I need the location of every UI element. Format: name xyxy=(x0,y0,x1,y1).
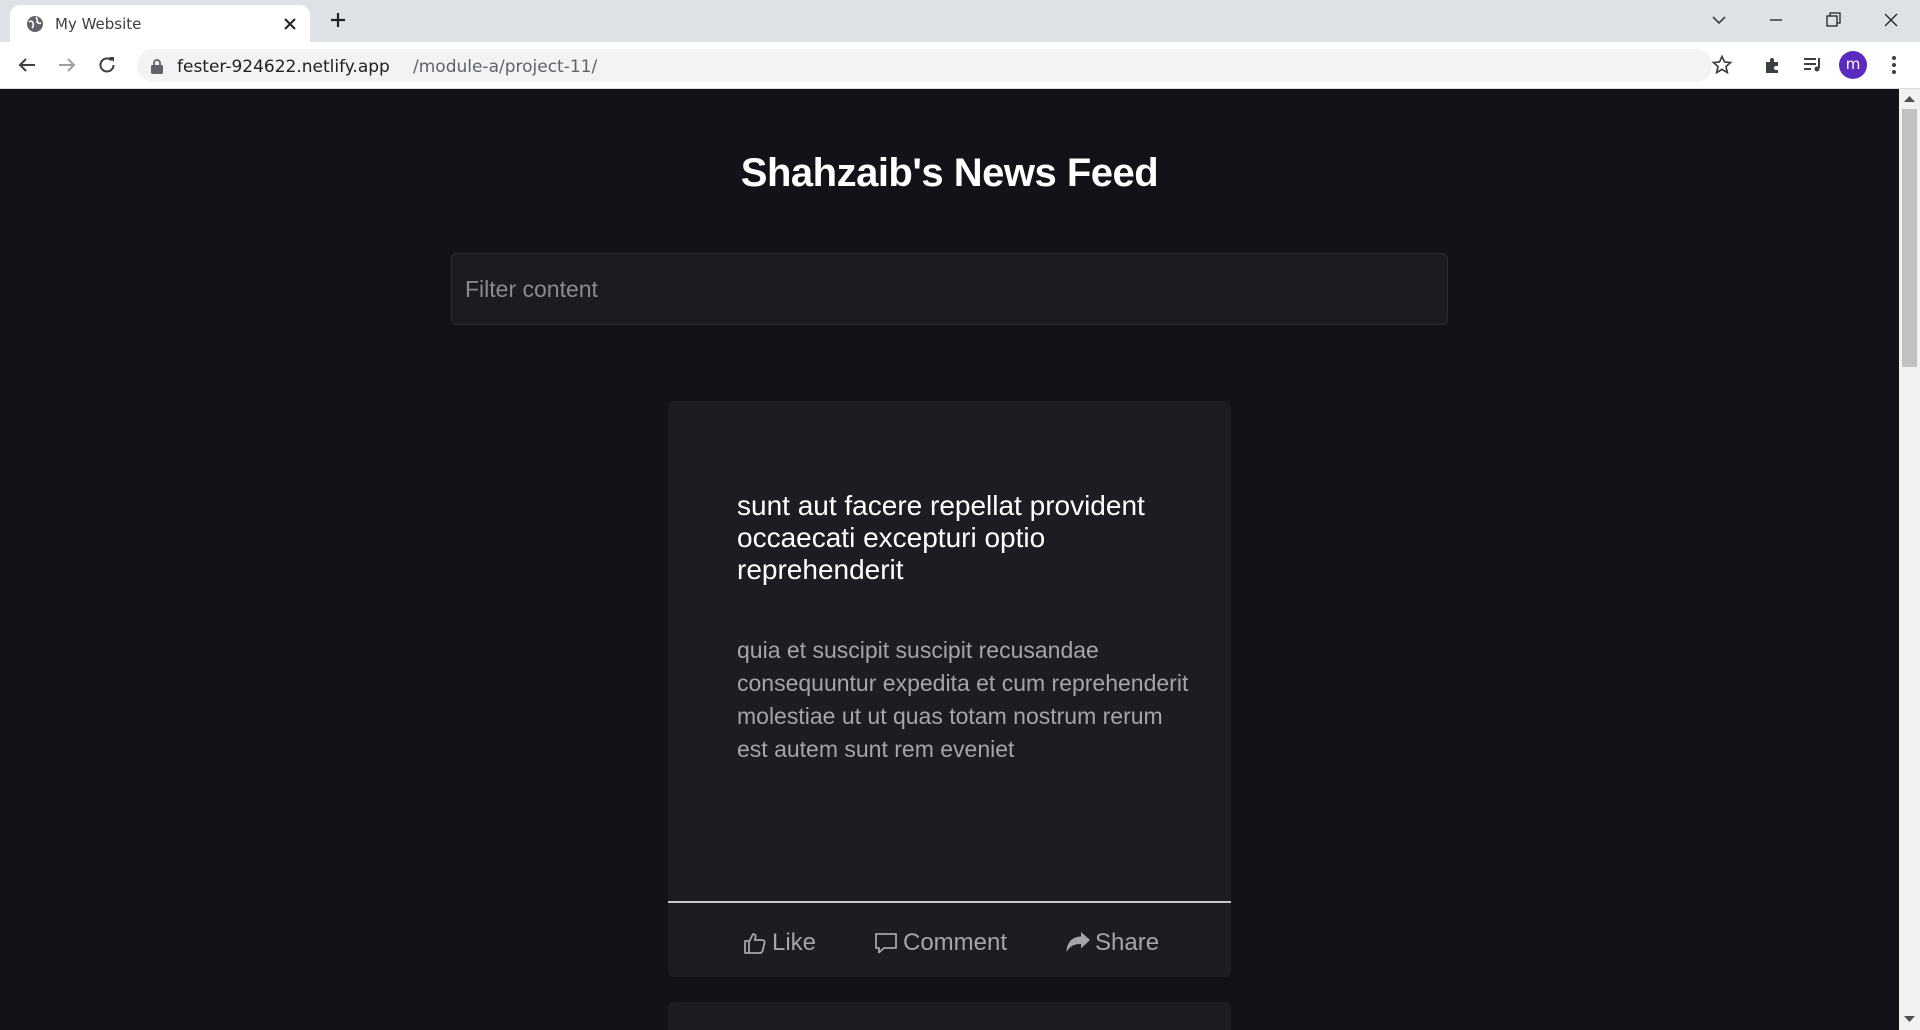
post-body: quia et suscipit suscipit recusandae con… xyxy=(737,637,1189,762)
page-title: Shahzaib's News Feed xyxy=(740,151,1159,195)
tab-strip: My Website xyxy=(0,0,1920,42)
like-button[interactable]: Like xyxy=(742,928,816,958)
comment-icon xyxy=(875,933,897,954)
url-path: /module-a/project-11/ xyxy=(413,57,598,77)
lock-icon xyxy=(151,59,163,74)
reload-icon[interactable] xyxy=(95,53,119,77)
scrollbar-thumb[interactable] xyxy=(1902,109,1917,367)
post-card-partial xyxy=(668,1002,1231,1030)
bookmark-star-icon[interactable] xyxy=(1710,53,1734,77)
tab-title: My Website xyxy=(55,15,142,33)
thumbs-up-icon xyxy=(744,933,766,954)
comment-button[interactable]: Comment xyxy=(873,928,1007,958)
share-icon xyxy=(1066,932,1090,952)
browser-tab[interactable]: My Website xyxy=(10,5,310,42)
restore-icon[interactable] xyxy=(1821,8,1845,32)
forward-arrow-icon[interactable] xyxy=(55,53,79,77)
tab-search-chevron-icon[interactable] xyxy=(1707,8,1731,32)
close-icon[interactable] xyxy=(282,16,298,32)
profile-avatar[interactable]: m xyxy=(1839,51,1867,79)
vertical-scrollbar[interactable] xyxy=(1899,89,1920,1030)
card-divider xyxy=(668,901,1231,903)
share-button[interactable]: Share xyxy=(1065,928,1159,958)
browser-toolbar: fester-924622.netlify.app /module-a/proj… xyxy=(0,42,1920,89)
scroll-down-arrow-icon[interactable] xyxy=(1904,1015,1915,1023)
page-viewport: Shahzaib's News Feed sunt aut facere rep… xyxy=(0,89,1899,1030)
address-bar[interactable]: fester-924622.netlify.app /module-a/proj… xyxy=(137,49,1712,82)
scroll-up-arrow-icon[interactable] xyxy=(1904,95,1915,103)
url-host: fester-924622.netlify.app xyxy=(177,57,390,77)
post-title: sunt aut facere repellat provident occae… xyxy=(737,490,1145,585)
like-label: Like xyxy=(772,929,817,956)
more-menu-icon[interactable] xyxy=(1882,53,1906,77)
close-window-icon[interactable] xyxy=(1879,8,1903,32)
media-queue-icon[interactable] xyxy=(1801,53,1825,77)
comment-label: Comment xyxy=(903,929,1008,956)
new-tab-plus-icon[interactable] xyxy=(328,10,348,30)
post-card: sunt aut facere repellat provident occae… xyxy=(668,401,1231,977)
share-label: Share xyxy=(1095,929,1160,956)
extensions-puzzle-icon[interactable] xyxy=(1761,53,1785,77)
globe-icon xyxy=(27,16,43,32)
minimize-icon[interactable] xyxy=(1764,8,1788,32)
filter-input[interactable] xyxy=(451,253,1448,325)
back-arrow-icon[interactable] xyxy=(15,53,39,77)
